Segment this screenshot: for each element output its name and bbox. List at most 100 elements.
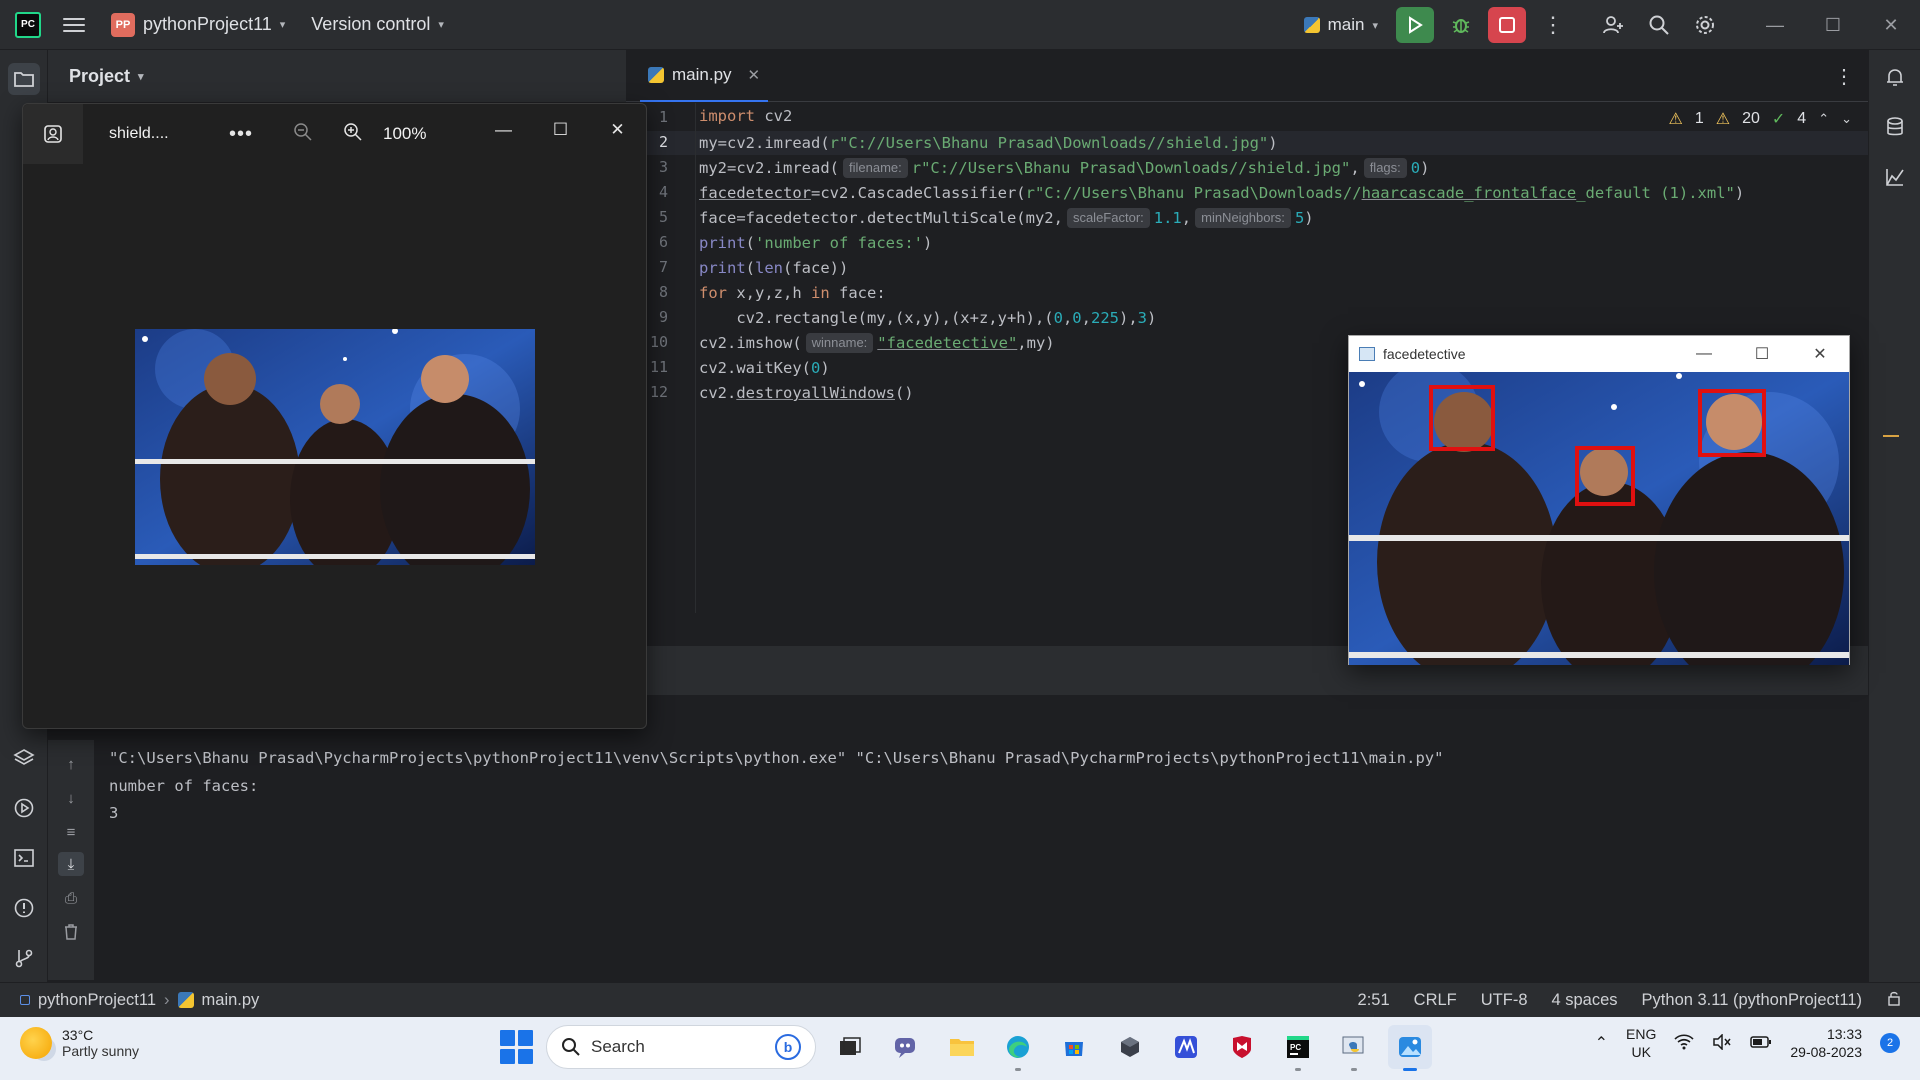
rerun-icon (1409, 16, 1423, 34)
lock-icon[interactable] (1886, 990, 1902, 1011)
search-icon[interactable] (1640, 7, 1678, 43)
file-encoding[interactable]: UTF-8 (1481, 991, 1528, 1010)
line-separator[interactable]: CRLF (1414, 991, 1457, 1010)
teams-chat-icon[interactable] (884, 1025, 928, 1069)
facedetective-window[interactable]: facedetective — ☐ ✕ (1348, 335, 1850, 665)
caret-position[interactable]: 2:51 (1358, 991, 1390, 1010)
debug-button[interactable] (1442, 7, 1480, 43)
ok-count: 4 (1797, 110, 1807, 127)
zoom-out-icon[interactable] (293, 122, 313, 147)
wifi-icon[interactable] (1674, 1033, 1694, 1053)
gallery-icon[interactable] (23, 104, 83, 164)
volume-muted-icon[interactable] (1712, 1032, 1732, 1053)
problems-icon[interactable] (8, 892, 40, 924)
code-line-10: cv2.imshow(winname: "facedetective",my) (699, 333, 1055, 353)
code-line-9: cv2.rectangle(my,(x,y),(x+z,y+h),(0,0,22… (699, 309, 1157, 327)
ide-title-bar: PC PP pythonProject11 ▾ Version control … (0, 0, 1920, 50)
arrow-down-icon[interactable]: ↓ (58, 786, 84, 810)
file-explorer-icon[interactable] (940, 1025, 984, 1069)
run-console-output[interactable]: "C:\Users\Bhanu Prasad\PycharmProjects\p… (94, 740, 1868, 982)
photos-viewer-window[interactable]: shield.... ••• 100% — ☐ ✕ (22, 103, 647, 729)
mcafee-icon[interactable] (1220, 1025, 1264, 1069)
breadcrumb-file[interactable]: main.py (202, 991, 260, 1010)
chevron-up-icon[interactable]: ⌃ (1595, 1033, 1608, 1053)
code-line-6: print('number of faces:') (699, 234, 933, 252)
add-user-icon[interactable] (1594, 7, 1632, 43)
run-config-name: main (1327, 15, 1365, 34)
microsoft-store-icon[interactable] (1052, 1025, 1096, 1069)
notifications-bell-icon[interactable] (1879, 61, 1911, 93)
terminal-icon[interactable] (8, 842, 40, 874)
maximize-icon[interactable]: ☐ (1804, 0, 1862, 50)
more-actions-icon[interactable]: ⋮ (1534, 7, 1572, 43)
window-app-icon (1359, 347, 1375, 361)
battery-icon[interactable] (1750, 1035, 1772, 1052)
run-config-selector[interactable]: main ▾ (1303, 15, 1378, 35)
code-line-4: facedetector=cv2.CascadeClassifier(r"C:/… (699, 184, 1745, 202)
soft-wrap-icon[interactable]: ≡ (58, 820, 84, 844)
project-selector[interactable]: PP pythonProject11 ▾ (111, 12, 285, 37)
chevron-down-icon[interactable]: ⌄ (1841, 111, 1852, 127)
clock[interactable]: 13:33 29-08-2023 (1790, 1025, 1862, 1061)
notification-count-badge[interactable]: 2 (1880, 1033, 1900, 1053)
warning-count-20: 20 (1742, 110, 1760, 127)
tab-main-py[interactable]: main.py ✕ (640, 50, 769, 102)
taskbar-search-box[interactable]: Search b (546, 1025, 816, 1069)
run-tool-icon[interactable] (8, 792, 40, 824)
pycharm-taskbar-icon[interactable]: PC (1276, 1025, 1320, 1071)
inspection-widget[interactable]: ⚠ 1 ⚠ 20 ✓ 4 ⌃ ⌄ (1668, 109, 1852, 129)
rerun-button[interactable] (1396, 7, 1434, 43)
indent-setting[interactable]: 4 spaces (1552, 991, 1618, 1010)
photos-window-controls: — ☐ ✕ (475, 110, 646, 150)
photos-app-icon[interactable] (1388, 1025, 1432, 1071)
python-file-icon (177, 992, 194, 1008)
main-menu-icon[interactable] (63, 17, 85, 32)
python-taskbar-icon[interactable] (1332, 1025, 1376, 1071)
status-bar: pythonProject11 › main.py 2:51 CRLF UTF-… (0, 982, 1920, 1017)
project-folder-icon[interactable] (8, 63, 40, 95)
editor-tab-bar: main.py ✕ ⋮ (626, 50, 1868, 102)
zoom-in-icon[interactable] (343, 122, 363, 147)
task-view-icon[interactable] (828, 1025, 872, 1069)
warning-icon: ⚠ (1668, 111, 1683, 128)
tab-label: main.py (672, 65, 732, 84)
database-icon[interactable] (1879, 111, 1911, 143)
layers-icon[interactable] (8, 742, 40, 774)
chevron-up-icon[interactable]: ⌃ (1818, 111, 1829, 127)
sciview-chart-icon[interactable] (1879, 161, 1911, 193)
python-interpreter[interactable]: Python 3.11 (pythonProject11) (1642, 991, 1862, 1010)
more-options-button[interactable]: ••• (229, 123, 253, 146)
scroll-to-end-icon[interactable]: ⤓ (58, 852, 84, 876)
weather-widget[interactable]: 33°C Partly sunny (20, 1027, 139, 1059)
cube-app-icon[interactable] (1108, 1025, 1152, 1069)
close-tab-icon[interactable]: ✕ (748, 66, 761, 84)
code-line-8: for x,y,z,h in face: (699, 284, 886, 302)
maximize-icon[interactable]: ☐ (1733, 336, 1791, 372)
maximize-icon[interactable]: ☐ (532, 110, 589, 150)
minimize-icon[interactable]: — (1746, 0, 1804, 50)
math-app-icon[interactable] (1164, 1025, 1208, 1069)
trash-icon[interactable] (58, 920, 84, 944)
git-branch-icon[interactable] (8, 942, 40, 974)
edge-browser-icon[interactable] (996, 1025, 1040, 1071)
project-panel-header[interactable]: Project ▾ (48, 50, 626, 102)
close-icon[interactable]: ✕ (589, 110, 646, 150)
arrow-up-icon[interactable]: ↑ (58, 752, 84, 776)
tab-options-icon[interactable]: ⋮ (1834, 64, 1854, 89)
chevron-right-icon: › (164, 990, 170, 1009)
breadcrumb-project[interactable]: pythonProject11 (38, 991, 156, 1010)
code-line-3: my2=cv2.imread(filename: r"C://Users\Bhan… (699, 158, 1430, 178)
close-icon[interactable]: ✕ (1791, 336, 1849, 372)
windows-start-icon[interactable] (500, 1030, 534, 1064)
zoom-level[interactable]: 100% (383, 124, 426, 144)
language-indicator[interactable]: ENG UK (1626, 1025, 1656, 1061)
settings-gear-icon[interactable] (1686, 7, 1724, 43)
stop-button[interactable] (1488, 7, 1526, 43)
minimize-icon[interactable]: — (475, 110, 532, 150)
keyboard-layout: UK (1631, 1044, 1651, 1060)
console-line: number of faces: (109, 776, 259, 795)
minimize-icon[interactable]: — (1675, 336, 1733, 372)
print-icon[interactable]: ⎙ (58, 886, 84, 910)
close-icon[interactable]: ✕ (1862, 0, 1920, 50)
version-control-menu[interactable]: Version control ▾ (311, 14, 444, 35)
